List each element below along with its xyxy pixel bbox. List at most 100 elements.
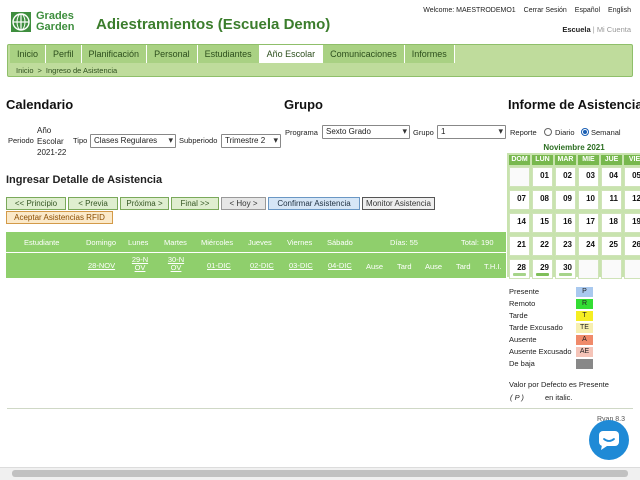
calendar-empty-cell: [624, 259, 640, 279]
calendar-day[interactable]: 03: [578, 167, 599, 187]
calendar-day-number: 01: [540, 171, 549, 180]
semanal-label: Semanal: [591, 128, 621, 137]
calendar-day[interactable]: 15: [532, 213, 553, 233]
date-link-29-nov[interactable]: 29-NOV: [130, 256, 150, 272]
proxima-button[interactable]: Próxima >: [120, 197, 169, 210]
calendar-day-number: 15: [540, 217, 549, 226]
calendar-day-number: 19: [632, 217, 640, 226]
summary-ausente-2: Ause: [425, 262, 443, 271]
diario-radio[interactable]: [544, 128, 552, 136]
detalle-title: Ingresar Detalle de Asistencia: [6, 174, 163, 186]
tab-perfil[interactable]: Perfil: [46, 45, 82, 63]
lang-en-link[interactable]: English: [608, 7, 631, 14]
calendar-day[interactable]: 08: [532, 190, 553, 210]
calendar-day-number: 03: [586, 171, 595, 180]
calendar-day-number: 17: [586, 217, 595, 226]
date-link-03-dic[interactable]: 03-DIC: [289, 262, 313, 270]
brand-line-2: Garden: [36, 21, 75, 33]
summary-tarde-2: Tard: [456, 262, 471, 271]
calendar-day[interactable]: 14: [509, 213, 530, 233]
col-miercoles: Miércoles: [201, 238, 234, 247]
calendar-day[interactable]: 28: [509, 259, 530, 279]
calendar-day[interactable]: 09: [555, 190, 576, 210]
tipo-select[interactable]: Clases Regulares: [90, 134, 176, 148]
calendar-day-number: 14: [517, 217, 526, 226]
tab-informes[interactable]: Informes: [404, 45, 455, 63]
logout-link[interactable]: Cerrar Sesión: [524, 7, 567, 14]
periodo-value: Año Escolar 2021-22: [37, 126, 67, 157]
hoy-button[interactable]: < Hoy >: [221, 197, 266, 210]
tab-ano-escolar[interactable]: Año Escolar: [259, 45, 324, 63]
calendar-day[interactable]: 25: [601, 236, 622, 256]
calendar-day[interactable]: 21: [509, 236, 530, 256]
grupo-select[interactable]: 1: [437, 125, 506, 139]
calendar-day[interactable]: 16: [555, 213, 576, 233]
tipo-label: Tipo: [73, 136, 88, 145]
calendar-dow-5: VIE: [624, 155, 640, 165]
tab-inicio[interactable]: Inicio: [10, 45, 47, 63]
my-account-link[interactable]: | Mi Cuenta: [593, 25, 631, 34]
calendar-day[interactable]: 26: [624, 236, 640, 256]
calendar-day[interactable]: 24: [578, 236, 599, 256]
calendar-day[interactable]: 23: [555, 236, 576, 256]
rfid-button[interactable]: Aceptar Asistencias RFID: [6, 211, 113, 224]
final-button[interactable]: Final >>: [171, 197, 219, 210]
subperiodo-select[interactable]: Trimestre 2: [221, 134, 281, 148]
calendar-day-number: 30: [563, 263, 572, 272]
calendar-day[interactable]: 11: [601, 190, 622, 210]
calendar-day[interactable]: 02: [555, 167, 576, 187]
calendar-month: Noviembre 2021: [543, 143, 605, 152]
calendar-day[interactable]: 29: [532, 259, 553, 279]
legend-swatch: TE: [576, 323, 593, 333]
date-link-04-dic[interactable]: 04-DIC: [328, 262, 352, 270]
calendar-day[interactable]: 01: [532, 167, 553, 187]
tab-personal[interactable]: Personal: [147, 45, 198, 63]
col-jueves: Jueves: [248, 238, 272, 247]
calendar-day-number: 07: [517, 194, 526, 203]
date-link-28-nov[interactable]: 28-NOV: [88, 262, 115, 270]
date-link-01-dic[interactable]: 01-DIC: [207, 262, 231, 270]
breadcrumb-home[interactable]: Inicio: [16, 66, 34, 75]
programa-select[interactable]: Sexto Grado: [322, 125, 410, 139]
grades-garden-logo[interactable]: Grades Garden: [10, 11, 92, 33]
date-link-02-dic[interactable]: 02-DIC: [250, 262, 274, 270]
previa-button[interactable]: < Previa: [68, 197, 118, 210]
calendar-day-number: 12: [632, 194, 640, 203]
informe-title: Informe de Asistencia: [508, 97, 640, 112]
calendar-day-number: 23: [563, 240, 572, 249]
semanal-radio[interactable]: [581, 128, 589, 136]
chat-button[interactable]: [589, 420, 629, 460]
legend-swatch: AE: [576, 347, 593, 357]
calendar-day[interactable]: 30: [555, 259, 576, 279]
legend-label: Remoto: [509, 299, 536, 308]
calendar-day-number: 04: [609, 171, 618, 180]
calendar-day-number: 22: [540, 240, 549, 249]
calendar-day[interactable]: 10: [578, 190, 599, 210]
tab-estudiantes[interactable]: Estudiantes: [197, 45, 260, 63]
lang-es-link[interactable]: Español: [575, 7, 600, 14]
confirmar-asistencia-button[interactable]: Confirmar Asistencia: [268, 197, 360, 210]
principio-button[interactable]: << Principio: [6, 197, 66, 210]
calendar-day[interactable]: 22: [532, 236, 553, 256]
calendar-day[interactable]: 05: [624, 167, 640, 187]
tab-planificacion[interactable]: Planificación: [81, 45, 148, 63]
school-links: Escuela | Mi Cuenta: [562, 25, 631, 34]
col-domingo: Domingo: [86, 238, 117, 247]
calendar-day-number: 25: [609, 240, 618, 249]
date-link-30-nov[interactable]: 30-NOV: [166, 256, 186, 272]
calendar-day[interactable]: 17: [578, 213, 599, 233]
calendar-day[interactable]: 19: [624, 213, 640, 233]
legend-swatch: A: [576, 335, 593, 345]
calendar-day[interactable]: 18: [601, 213, 622, 233]
radio-dot-icon: [583, 130, 587, 134]
monitor-asistencia-button[interactable]: Monitor Asistencia: [362, 197, 435, 210]
legend-label: Ausente Excusado: [509, 347, 572, 356]
summary-thi: T.H.I.: [484, 262, 502, 271]
calendar-day[interactable]: 12: [624, 190, 640, 210]
breadcrumb-separator: >: [37, 66, 42, 75]
calendar-day[interactable]: 07: [509, 190, 530, 210]
calendar-day[interactable]: 04: [601, 167, 622, 187]
scrollbar-thumb[interactable]: [12, 470, 628, 477]
tab-comunicaciones[interactable]: Comunicaciones: [323, 45, 405, 63]
school-link[interactable]: Escuela: [562, 25, 590, 34]
